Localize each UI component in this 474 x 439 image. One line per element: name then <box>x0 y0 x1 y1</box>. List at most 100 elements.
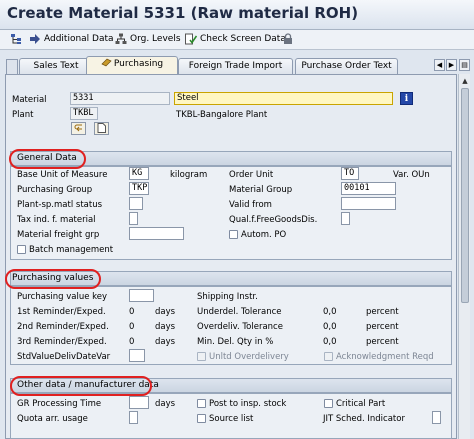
tab-list-button[interactable]: ▤ <box>459 59 470 71</box>
lock-button[interactable] <box>282 33 294 45</box>
material-group-field[interactable]: 00101 <box>341 182 396 195</box>
scroll-up-icon[interactable]: ▲ <box>460 76 470 86</box>
order-unit-label: Order Unit <box>229 170 274 180</box>
source-list-label: Source list <box>209 414 254 424</box>
min-del-qty-label: Min. Del. Qty in % <box>197 337 274 347</box>
qual-free-goods-label: Qual.f.FreeGoodsDis. <box>229 215 318 225</box>
jit-sched-indicator-field[interactable] <box>432 411 441 424</box>
application-toolbar: Additional Data Org. Levels Check Screen… <box>0 30 474 50</box>
plant-label: Plant <box>12 110 34 120</box>
reminder-1-label: 1st Reminder/Exped. <box>17 307 106 317</box>
std-value-deliv-label: StdValueDelivDateVar <box>17 352 111 362</box>
tab-next-button[interactable]: ▶ <box>446 59 457 71</box>
tab-strip: Sales Text Purchasing Foreign Trade Impo… <box>0 55 474 74</box>
tab-prev-button[interactable]: ◀ <box>434 59 445 71</box>
arrow-curve-icon <box>74 124 82 132</box>
tax-indicator-field[interactable] <box>129 212 138 225</box>
base-uom-field[interactable]: KG <box>129 167 149 180</box>
overdelivery-label: Overdeliv. Tolerance <box>197 322 283 332</box>
post-to-insp-stock-label: Post to insp. stock <box>209 399 287 409</box>
batch-management-label: Batch management <box>29 245 114 255</box>
base-uom-label: Base Unit of Measure <box>17 170 108 180</box>
window-title: Create Material 5331 (Raw material ROH) <box>7 4 359 22</box>
tax-indicator-label: Tax ind. f. material <box>17 215 96 225</box>
copy-plant-button[interactable] <box>71 122 86 135</box>
acknowledgment-reqd-checkbox[interactable] <box>324 352 333 361</box>
plant-description: TKBL-Bangalore Plant <box>176 110 268 120</box>
critical-part-label: Critical Part <box>336 399 386 409</box>
shipping-instr-label: Shipping Instr. <box>197 292 258 302</box>
info-icon[interactable]: i <box>400 92 413 105</box>
tab-purchase-order-text[interactable]: Purchase Order Text <box>295 58 398 74</box>
gr-processing-time-field[interactable] <box>129 396 149 409</box>
plant-sp-status-label: Plant-sp.matl status <box>17 200 103 210</box>
additional-data-button[interactable]: Additional Data <box>29 33 114 45</box>
autom-po-checkbox[interactable] <box>229 230 238 239</box>
unltd-overdelivery-checkbox[interactable] <box>197 352 206 361</box>
gr-processing-time-label: GR Processing Time <box>17 399 102 409</box>
order-unit-field[interactable]: TO <box>341 167 359 180</box>
title-bar: Create Material 5331 (Raw material ROH) <box>0 0 474 30</box>
tab-sales-text[interactable]: Sales Text <box>19 58 93 74</box>
quota-arr-usage-field[interactable] <box>129 411 138 424</box>
source-list-checkbox[interactable] <box>197 414 206 423</box>
org-levels-button[interactable]: Org. Levels <box>115 33 181 45</box>
check-screen-data-button[interactable]: Check Screen Data <box>185 33 286 45</box>
freight-group-field[interactable] <box>129 227 184 240</box>
valid-from-label: Valid from <box>229 200 272 210</box>
purchasing-value-key-label: Purchasing value key <box>17 292 108 302</box>
min-del-qty-unit: percent <box>366 337 399 347</box>
batch-management-checkbox[interactable] <box>17 245 26 254</box>
hierarchy-icon-button[interactable] <box>10 33 22 45</box>
purchasing-group-field[interactable]: TKP <box>129 182 149 195</box>
reminder-1-unit: days <box>155 307 176 317</box>
purchasing-value-key-field[interactable] <box>129 289 154 302</box>
reminder-3-value: 0 <box>129 337 135 347</box>
acknowledgment-reqd-label: Acknowledgment Reqd <box>336 352 434 362</box>
tab-scroll-left-stub[interactable] <box>6 59 18 74</box>
autom-po-label: Autom. PO <box>241 230 287 240</box>
qual-free-goods-field[interactable] <box>341 212 350 225</box>
check-data-icon <box>185 33 197 45</box>
var-oun-label: Var. OUn <box>393 170 430 180</box>
reminder-2-unit: days <box>155 322 176 332</box>
material-description-field[interactable]: Steel <box>174 92 393 105</box>
lock-icon <box>284 33 292 44</box>
std-value-deliv-field[interactable] <box>129 349 145 362</box>
vertical-scrollbar[interactable]: ▲ <box>458 74 470 439</box>
material-label: Material <box>12 95 47 105</box>
tab-purchasing[interactable]: Purchasing <box>86 56 178 74</box>
valid-from-field[interactable] <box>341 197 396 210</box>
tab-foreign-trade-import[interactable]: Foreign Trade Import <box>178 58 293 74</box>
overdelivery-value: 0,0 <box>323 322 337 332</box>
check-screen-data-label: Check Screen Data <box>200 34 286 44</box>
reminder-3-unit: days <box>155 337 176 347</box>
jit-sched-indicator-label: JIT Sched. Indicator <box>323 414 405 424</box>
plant-sp-status-field[interactable] <box>129 197 143 210</box>
underdelivery-value: 0,0 <box>323 307 337 317</box>
underdelivery-label: Underdel. Tolerance <box>197 307 282 317</box>
document-icon <box>97 123 106 133</box>
min-del-qty-value: 0,0 <box>323 337 337 347</box>
org-levels-label: Org. Levels <box>130 34 181 44</box>
freight-group-label: Material freight grp <box>17 230 100 240</box>
underdelivery-unit: percent <box>366 307 399 317</box>
highlight-oval <box>9 149 86 169</box>
org-structure-icon <box>115 33 127 44</box>
plant-field[interactable]: TKBL <box>70 107 98 120</box>
additional-data-label: Additional Data <box>44 34 114 44</box>
scrollbar-thumb[interactable] <box>461 88 469 303</box>
quota-arr-usage-label: Quota arr. usage <box>17 414 88 424</box>
reminder-2-label: 2nd Reminder/Exped. <box>17 322 109 332</box>
purchasing-tab-icon <box>101 58 112 67</box>
base-uom-text: kilogram <box>170 170 208 180</box>
overdelivery-unit: percent <box>366 322 399 332</box>
reminder-1-value: 0 <box>129 307 135 317</box>
critical-part-checkbox[interactable] <box>324 399 333 408</box>
reminder-2-value: 0 <box>129 322 135 332</box>
post-to-insp-stock-checkbox[interactable] <box>197 399 206 408</box>
material-field[interactable]: 5331 <box>70 92 170 105</box>
document-button[interactable] <box>94 122 109 135</box>
highlight-oval <box>10 376 152 396</box>
highlight-oval <box>5 269 101 289</box>
